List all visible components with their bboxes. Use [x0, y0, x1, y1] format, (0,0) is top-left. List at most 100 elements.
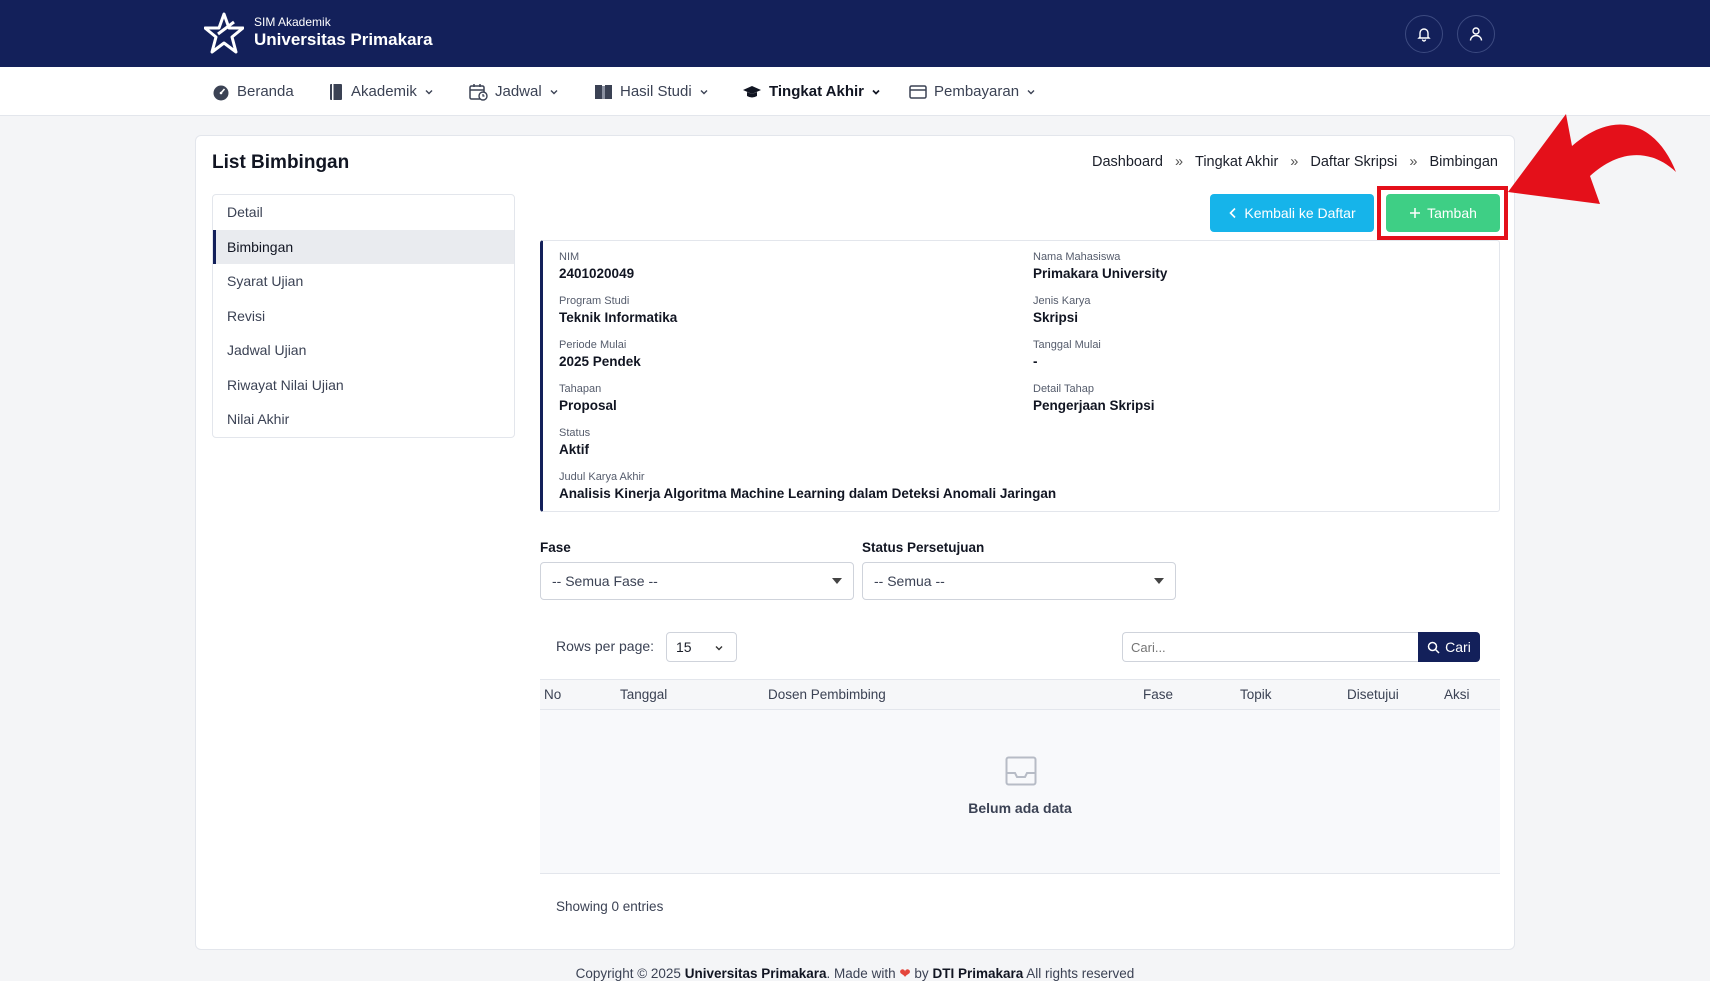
column-header-tanggal[interactable]: Tanggal — [620, 687, 667, 702]
table-entries-info: Showing 0 entries — [556, 899, 664, 914]
side-item-jadwal-ujian[interactable]: Jadwal Ujian — [213, 333, 514, 368]
graduation-cap-icon — [743, 85, 761, 97]
field-value: Analisis Kinerja Algoritma Machine Learn… — [559, 486, 1057, 501]
search-input[interactable] — [1122, 632, 1418, 662]
status-select-value: -- Semua -- — [874, 573, 945, 589]
column-header-topik[interactable]: Topik — [1240, 687, 1272, 702]
field-detail-tahap: Detail Tahap Pengerjaan Skripsi — [1033, 383, 1155, 413]
user-menu-button[interactable] — [1457, 15, 1495, 53]
nav-pembayaran[interactable]: Pembayaran — [909, 67, 1036, 116]
chevron-down-icon — [1027, 89, 1035, 94]
field-judul-karya-akhir: Judul Karya Akhir Analisis Kinerja Algor… — [559, 471, 1056, 501]
field-value: - — [1033, 354, 1038, 369]
nav-label: Beranda — [237, 83, 294, 100]
column-header-disetujui[interactable]: Disetujui — [1347, 687, 1399, 702]
field-periode-mulai: Periode Mulai 2025 Pendek — [559, 339, 641, 369]
field-label: Judul Karya Akhir — [559, 471, 645, 483]
field-nim: NIM 2401020049 — [559, 251, 634, 281]
search-button[interactable]: Cari — [1418, 632, 1480, 662]
highlight-box — [1377, 186, 1508, 240]
rows-per-page-label: Rows per page: — [556, 638, 655, 654]
nav-tingkat-akhir[interactable]: Tingkat Akhir — [742, 67, 881, 116]
wallet-icon — [909, 84, 927, 99]
side-item-detail[interactable]: Detail — [213, 195, 514, 230]
side-item-nilai-akhir[interactable]: Nilai Akhir — [213, 402, 514, 437]
side-menu: Detail Bimbingan Syarat Ujian Revisi Jad… — [212, 194, 515, 438]
user-icon — [1469, 27, 1483, 41]
field-nama-mahasiswa: Nama Mahasiswa Primakara University — [1033, 251, 1167, 281]
field-tanggal-mulai: Tanggal Mulai - — [1033, 339, 1101, 369]
footer-team[interactable]: DTI Primakara — [932, 966, 1023, 981]
breadcrumb-daftar-skripsi[interactable]: Daftar Skripsi — [1310, 154, 1397, 170]
nav-beranda[interactable]: Beranda — [212, 67, 294, 116]
field-program-studi: Program Studi Teknik Informatika — [559, 295, 677, 325]
caret-down-icon — [832, 578, 842, 584]
fase-select-value: -- Semua Fase -- — [552, 573, 658, 589]
fase-select[interactable]: -- Semua Fase -- — [540, 562, 854, 600]
breadcrumb-current: Bimbingan — [1429, 154, 1498, 170]
back-button-label: Kembali ke Daftar — [1244, 205, 1356, 221]
top-header: SIM Akademik Universitas Primakara — [0, 0, 1710, 67]
side-item-revisi[interactable]: Revisi — [213, 299, 514, 334]
field-value: Primakara University — [1033, 266, 1168, 281]
footer-by: by — [914, 966, 929, 981]
breadcrumb: Dashboard » Tingkat Akhir » Daftar Skrip… — [1092, 154, 1498, 170]
bell-icon — [1417, 28, 1431, 42]
breadcrumb-dashboard[interactable]: Dashboard — [1092, 154, 1163, 170]
footer-org[interactable]: Universitas Primakara — [685, 966, 827, 981]
app-title: Universitas Primakara — [254, 30, 433, 50]
heart-icon: ❤ — [899, 966, 911, 981]
field-label: Detail Tahap — [1033, 383, 1094, 395]
field-status: Status Aktif — [559, 427, 590, 457]
main-nav: Beranda Akademik Jadwal Hasil Studi Ting… — [0, 67, 1710, 116]
nav-label: Akademik — [351, 83, 417, 100]
nav-jadwal[interactable]: Jadwal — [469, 67, 559, 116]
nav-label: Hasil Studi — [620, 83, 692, 100]
breadcrumb-tingkat-akhir[interactable]: Tingkat Akhir — [1195, 154, 1278, 170]
app-subtitle: SIM Akademik — [254, 15, 331, 30]
back-to-list-button[interactable]: Kembali ke Daftar — [1210, 194, 1374, 232]
status-persetujuan-select[interactable]: -- Semua -- — [862, 562, 1176, 600]
side-item-syarat-ujian[interactable]: Syarat Ujian — [213, 264, 514, 299]
field-value: Skripsi — [1033, 310, 1079, 325]
chevron-down-icon — [700, 89, 708, 94]
primakara-logo-icon — [204, 12, 244, 54]
rows-per-page-select[interactable]: 15 — [666, 632, 737, 662]
field-value: 2401020049 — [559, 266, 635, 281]
empty-state-text: Belum ada data — [968, 800, 1072, 816]
annotation-arrow-icon — [1508, 114, 1676, 204]
table-header: No Tanggal Dosen Pembimbing Fase Topik D… — [540, 679, 1500, 710]
calendar-clock-icon — [469, 83, 488, 101]
field-label: Status — [559, 427, 591, 439]
search-button-label: Cari — [1445, 639, 1471, 655]
notification-button[interactable] — [1405, 15, 1443, 53]
book-icon — [330, 83, 342, 100]
column-header-fase[interactable]: Fase — [1143, 687, 1173, 702]
field-label: Periode Mulai — [559, 339, 627, 351]
column-header-no[interactable]: No — [544, 687, 561, 702]
nav-label: Tingkat Akhir — [769, 83, 865, 100]
column-header-dosen-pembimbing[interactable]: Dosen Pembimbing — [768, 687, 886, 702]
chevron-down-icon — [715, 646, 723, 651]
nav-hasil-studi[interactable]: Hasil Studi — [594, 67, 709, 116]
footer: Copyright © 2025 Universitas Primakara. … — [0, 966, 1710, 981]
field-label: NIM — [559, 251, 580, 263]
side-item-riwayat-nilai-ujian[interactable]: Riwayat Nilai Ujian — [213, 368, 514, 403]
breadcrumb-separator: » — [1174, 154, 1184, 170]
student-info-panel: NIM 2401020049 Nama Mahasiswa Primakara … — [540, 240, 1500, 512]
open-book-icon — [595, 84, 612, 99]
field-value: Pengerjaan Skripsi — [1033, 398, 1155, 413]
brand[interactable]: SIM Akademik Universitas Primakara — [204, 12, 433, 54]
nav-akademik[interactable]: Akademik — [328, 67, 434, 116]
status-persetujuan-label: Status Persetujuan — [862, 540, 985, 555]
chevron-down-icon — [550, 89, 558, 94]
nav-label: Jadwal — [495, 83, 542, 100]
page-title: List Bimbingan — [212, 152, 350, 173]
gauge-icon — [213, 85, 229, 100]
side-item-bimbingan[interactable]: Bimbingan — [213, 229, 514, 264]
rows-per-page-value: 15 — [676, 639, 692, 655]
field-tahapan: Tahapan Proposal — [559, 383, 617, 413]
field-value: Proposal — [559, 398, 617, 413]
chevron-left-icon — [1229, 207, 1236, 219]
field-label: Nama Mahasiswa — [1033, 251, 1121, 263]
